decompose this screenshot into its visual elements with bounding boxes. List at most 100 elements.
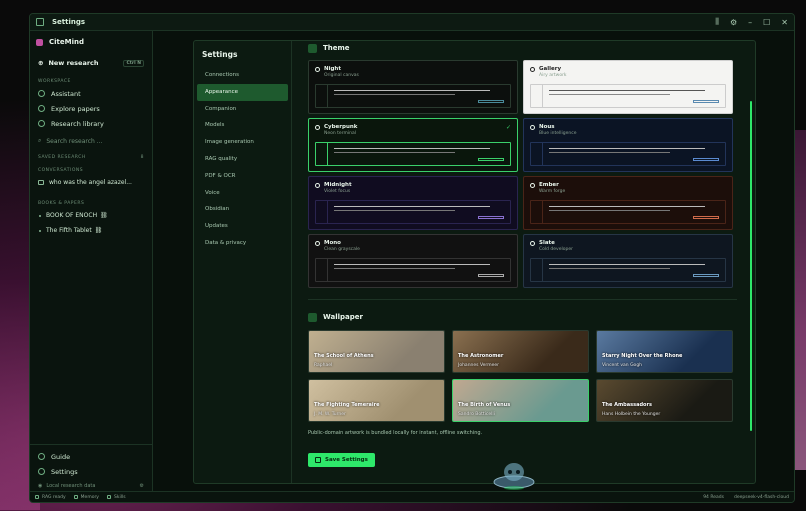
brand: CiteMind: [30, 31, 152, 53]
theme-desc: Blue intelligence: [539, 131, 577, 136]
theme-card-cyberpunk[interactable]: Cyberpunk Neon terminal ✓: [308, 118, 518, 172]
status-rag: RAG ready: [35, 495, 66, 500]
settings-nav-connections[interactable]: Connections: [197, 67, 288, 84]
settings-nav-pdf-ocr[interactable]: PDF & OCR: [197, 168, 288, 185]
saved-count: 8: [140, 155, 144, 160]
save-label: Save Settings: [325, 457, 368, 463]
assistant-icon: [38, 90, 45, 97]
sidebar-footer: Guide Settings ◉ Local research data ⚙: [30, 444, 152, 493]
wallpaper-grid: The School of Athens Raphael The Astronome…: [308, 330, 737, 422]
guide-label: Guide: [51, 452, 71, 461]
settings-nav-obsidian[interactable]: Obsidian: [197, 201, 288, 218]
wallpaper-header-label: Wallpaper: [323, 313, 363, 321]
library-icon[interactable]: ⫼: [715, 17, 719, 27]
settings-nav: Settings Connections Appearance Companion M…: [194, 41, 292, 483]
theme-preview: [530, 258, 726, 282]
wallpaper-card[interactable]: Starry Night Over the Rhone Vincent van G…: [596, 330, 733, 373]
wallpaper-artist: Hans Holbein the Younger: [602, 412, 661, 417]
settings-nav-voice[interactable]: Voice: [197, 185, 288, 202]
wallpaper-card[interactable]: The Fighting Temeraire J. M. W. Turner: [308, 379, 445, 422]
sidebar-item-library[interactable]: Research library: [30, 116, 152, 131]
settings-nav-image-generation[interactable]: Image generation: [197, 134, 288, 151]
wallpaper-title: The Birth of Venus: [458, 402, 511, 408]
settings-nav-models[interactable]: Models: [197, 117, 288, 134]
brand-name: CiteMind: [49, 38, 84, 46]
logo-icon: [36, 38, 43, 46]
sidebar-item-assistant[interactable]: Assistant: [30, 86, 152, 101]
sidebar-item-label: Research library: [51, 119, 104, 128]
companion-mascot[interactable]: [490, 456, 538, 492]
guide-button[interactable]: Guide: [30, 449, 152, 464]
settings-nav-rag-quality[interactable]: RAG quality: [197, 151, 288, 168]
wallpaper-note: Public-domain artwork is bundled locally…: [308, 430, 483, 436]
sidebar-item-explore[interactable]: Explore papers: [30, 101, 152, 116]
shortcut-badge: Ctrl N: [123, 59, 144, 67]
status-model[interactable]: deepseek-v4-flash-cloud: [734, 495, 789, 500]
window-title: Settings: [52, 18, 86, 26]
settings-nav-companion[interactable]: Companion: [197, 101, 288, 118]
library-icon: [38, 120, 45, 127]
search-input[interactable]: ⌕ Search research ...: [30, 133, 152, 149]
wallpaper-artist: Vincent van Gogh: [602, 363, 643, 368]
save-settings-button[interactable]: Save Settings: [308, 453, 375, 467]
settings-nav-data-privacy[interactable]: Data & privacy: [197, 235, 288, 252]
theme-preview: [530, 200, 726, 224]
theme-name: Cyberpunk: [324, 124, 358, 130]
help-icon: [38, 453, 45, 460]
wallpaper-artist: Sandro Botticelli: [458, 412, 495, 417]
theme-preview: [315, 84, 511, 108]
theme-desc: Airy artwork: [539, 73, 567, 78]
conversation-item[interactable]: who was the angel azazel...: [30, 175, 152, 189]
theme-name: Gallery: [539, 66, 562, 72]
settings-button[interactable]: Settings: [30, 464, 152, 479]
gear-icon[interactable]: ⚙: [730, 18, 737, 27]
wallpaper-card[interactable]: The Astronomer Johannes Vermeer: [452, 330, 589, 373]
scrollbar[interactable]: [750, 101, 752, 431]
wallpaper-title: The School of Athens: [314, 353, 374, 359]
theme-name: Night: [324, 66, 341, 72]
settings-nav-appearance[interactable]: Appearance: [197, 83, 288, 101]
theme-icon: [530, 66, 535, 72]
check-icon: ✓: [505, 124, 511, 131]
theme-card-ember[interactable]: Ember Warm forge: [523, 176, 733, 230]
theme-preview: [315, 258, 511, 282]
theme-card-midnight[interactable]: Midnight Violet focus: [308, 176, 518, 230]
theme-desc: Clean grayscale: [324, 247, 360, 252]
sidebar-toggle-icon[interactable]: [36, 18, 44, 26]
settings-nav-updates[interactable]: Updates: [197, 218, 288, 235]
new-icon: ⊕: [38, 59, 44, 67]
theme-preview: [315, 200, 511, 224]
status-reads: 94 Reads: [703, 494, 724, 500]
theme-card-gallery[interactable]: Gallery Airy artwork: [523, 60, 733, 114]
new-research-button[interactable]: ⊕ New research Ctrl N: [30, 53, 152, 73]
statusbar: RAG ready Memory Skills 94 Reads deepsee…: [30, 491, 794, 502]
saved-label: SAVED RESEARCH 8: [38, 155, 144, 160]
maximize-button[interactable]: ☐: [763, 18, 770, 27]
wallpaper-card[interactable]: The Birth of Venus Sandro Botticelli: [452, 379, 589, 422]
sidebar-item-label: Explore papers: [51, 104, 100, 113]
settings-panel: Settings Connections Appearance Companion M…: [193, 40, 756, 484]
book-item[interactable]: The Fifth Tablet ⛓: [30, 223, 152, 238]
wallpaper-title: The Ambassadors: [602, 402, 652, 408]
theme-section-header: Theme: [308, 41, 737, 55]
close-button[interactable]: ✕: [781, 18, 788, 27]
gear-icon[interactable]: ⚙: [140, 483, 144, 489]
save-icon: [315, 457, 321, 463]
books-label: BOOKS & PAPERS: [38, 201, 85, 206]
book-item[interactable]: BOOK OF ENOCH ⛓: [30, 208, 152, 223]
theme-icon: [530, 124, 535, 130]
theme-card-slate[interactable]: Slate Cold developer: [523, 234, 733, 288]
theme-name: Mono: [324, 240, 341, 246]
theme-card-mono[interactable]: Mono Clean grayscale: [308, 234, 518, 288]
theme-card-nous[interactable]: Nous Blue intelligence: [523, 118, 733, 172]
minimize-button[interactable]: –: [748, 18, 752, 27]
theme-card-night[interactable]: Night Original canvas: [308, 60, 518, 114]
wallpaper-card[interactable]: The School of Athens Raphael: [308, 330, 445, 373]
compass-icon: [38, 105, 45, 112]
theme-icon: [530, 182, 535, 188]
theme-preview: [530, 142, 726, 166]
conversations-label: CONVERSATIONS: [38, 168, 84, 173]
theme-icon: [315, 182, 320, 188]
wallpaper-card[interactable]: The Ambassadors Hans Holbein the Younger: [596, 379, 733, 422]
link-icon: ⛓: [100, 212, 108, 219]
